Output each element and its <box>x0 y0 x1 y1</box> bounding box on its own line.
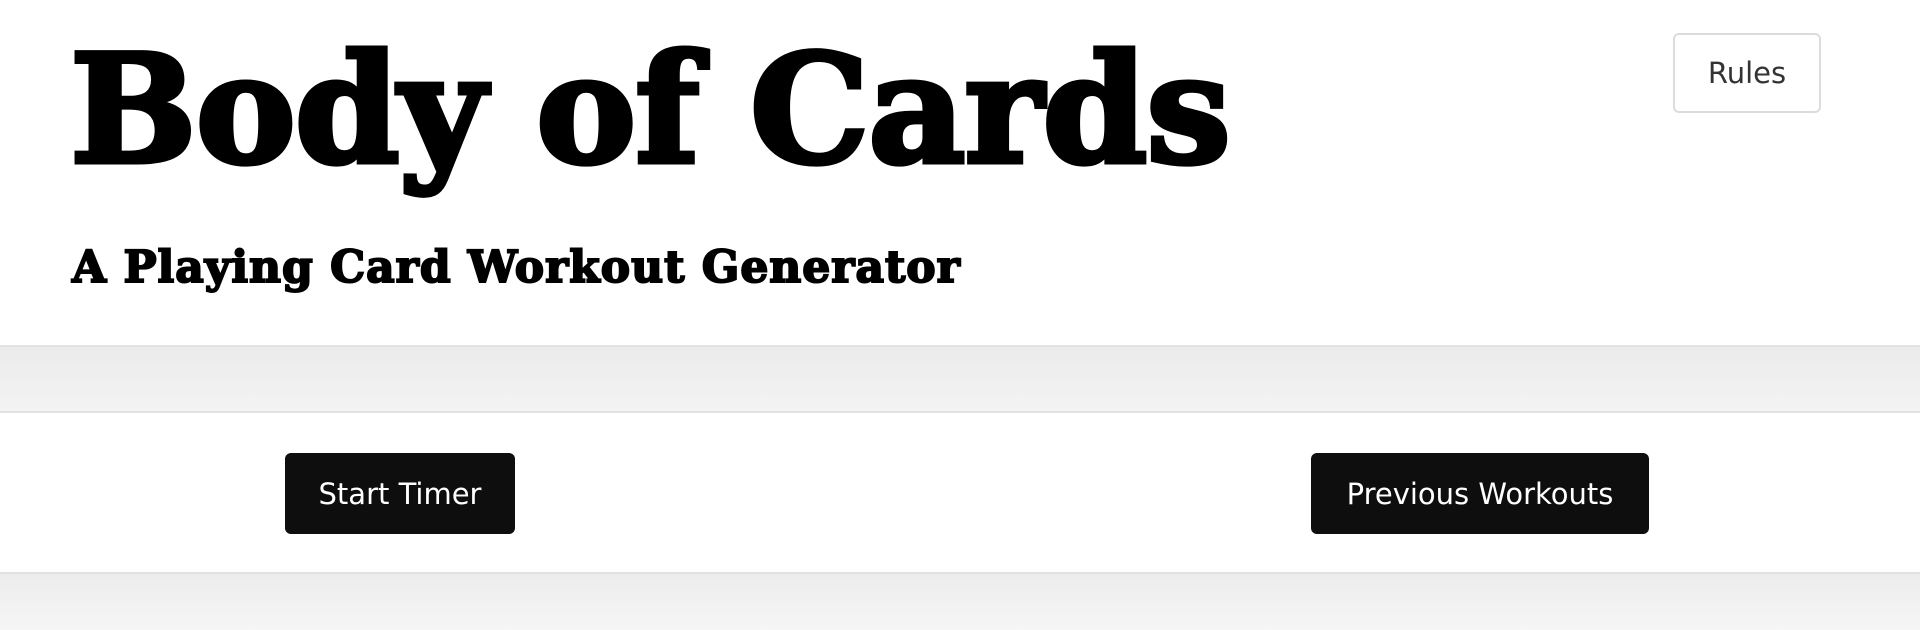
divider-band-top <box>0 345 1920 413</box>
divider-band-bottom <box>0 574 1920 630</box>
page: Body of Cards A Playing Card Workout Gen… <box>0 0 1920 630</box>
page-subtitle: A Playing Card Workout Generator <box>71 241 961 294</box>
header: Body of Cards A Playing Card Workout Gen… <box>0 0 1920 345</box>
rules-button[interactable]: Rules <box>1673 33 1821 113</box>
action-toolbar: Start Timer Previous Workouts <box>0 413 1920 574</box>
start-timer-button[interactable]: Start Timer <box>285 453 515 534</box>
page-title: Body of Cards <box>68 20 1234 201</box>
previous-workouts-button[interactable]: Previous Workouts <box>1311 453 1649 534</box>
